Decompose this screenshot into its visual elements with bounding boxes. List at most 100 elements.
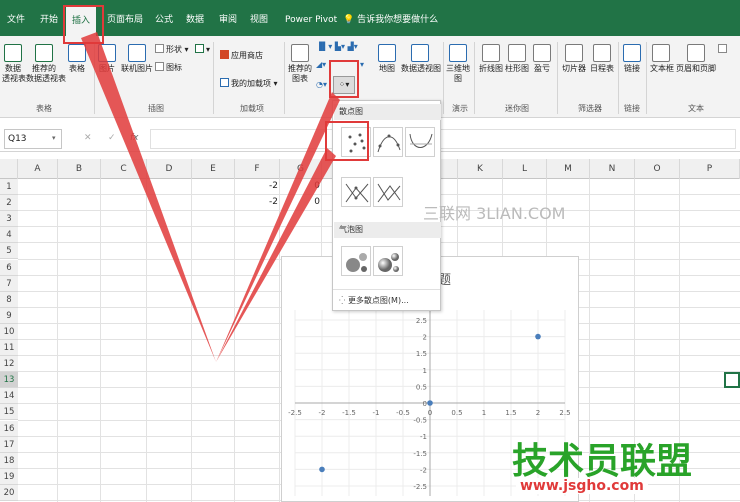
row-header-16[interactable]: 16 (0, 420, 18, 437)
slicer-button[interactable]: 切片器 (560, 44, 588, 74)
3d-bubble-option[interactable] (373, 246, 403, 276)
3d-map-button[interactable]: 三维地 图 (446, 44, 470, 84)
recommended-pivot-button[interactable]: 推荐的 数据透视表 (26, 44, 66, 84)
chart-data-point[interactable] (535, 333, 541, 340)
pie-chart-dropdown[interactable]: ◔▾ (316, 80, 327, 90)
tab-page-layout[interactable]: 页面布局 (107, 0, 143, 36)
column-header-O[interactable]: O (635, 159, 680, 179)
sparkline-winloss-button[interactable]: 盈亏 (531, 44, 553, 74)
chart-y-tick-label: 1 (423, 367, 427, 375)
slicer-icon (565, 44, 583, 62)
text-more-icons[interactable] (718, 44, 729, 55)
header-footer-button[interactable]: 页眉和页脚 (676, 44, 716, 74)
annotation-box-insert-tab (63, 5, 104, 44)
row-header-13[interactable]: 13 (0, 372, 18, 389)
column-header-N[interactable]: N (590, 159, 635, 179)
row-header-6[interactable]: 6 (0, 259, 18, 276)
column-header-E[interactable]: E (192, 159, 235, 179)
scatter-smooth-markers-option[interactable] (373, 127, 403, 157)
column-header-C[interactable]: C (101, 159, 147, 179)
scatter-straight-lines-option[interactable] (373, 177, 403, 207)
cell-value[interactable]: 0 (290, 181, 320, 191)
namebox-dropdown-icon[interactable]: ▾ (52, 134, 56, 142)
shapes-button[interactable]: 形状 ▾ (155, 44, 189, 55)
header-footer-label: 页眉和页脚 (676, 64, 716, 73)
group-label-tables: 表格 (36, 104, 52, 113)
timeline-button[interactable]: 日程表 (588, 44, 616, 74)
tab-file[interactable]: 文件 (7, 0, 25, 36)
recommended-charts-button[interactable]: 推荐的 图表 (286, 44, 314, 84)
row-header-17[interactable]: 17 (0, 436, 18, 453)
tab-formulas[interactable]: 公式 (155, 0, 173, 36)
sparkline-column-button[interactable]: 柱形图 (504, 44, 530, 74)
cell-value[interactable]: -2 (248, 197, 278, 207)
select-all-corner[interactable] (0, 159, 18, 179)
tab-review[interactable]: 审阅 (219, 0, 237, 36)
active-cell-q13[interactable] (724, 372, 740, 389)
icons-button[interactable]: 图标 (155, 62, 182, 73)
maps-button[interactable]: 地图 (377, 44, 397, 74)
bubble-option[interactable] (341, 246, 371, 276)
column-header-L[interactable]: L (503, 159, 547, 179)
link-button[interactable]: 链接 (622, 44, 642, 74)
sparkline-line-button[interactable]: 折线图 (478, 44, 504, 74)
column-chart-dropdown[interactable]: ▐▌▾ ▙▾ ▟▾ (316, 42, 358, 52)
row-header-9[interactable]: 9 (0, 307, 18, 324)
pictures-button[interactable]: 图片 (97, 44, 117, 74)
row-header-8[interactable]: 8 (0, 291, 18, 308)
tab-data[interactable]: 数据 (186, 0, 204, 36)
sparkline-line-icon (482, 44, 500, 62)
pivot-table-button[interactable]: 数据 透视表 (2, 44, 26, 84)
column-header-P[interactable]: P (680, 159, 740, 179)
row-header-18[interactable]: 18 (0, 452, 18, 469)
more-scatter-charts-item[interactable]: ⁛ 更多散点图(M)... (339, 295, 409, 306)
column-header-B[interactable]: B (58, 159, 101, 179)
column-header-F[interactable]: F (235, 159, 280, 179)
cell-value[interactable]: 0 (290, 197, 320, 207)
column-header-M[interactable]: M (547, 159, 590, 179)
row-header-15[interactable]: 15 (0, 404, 18, 421)
cell-value[interactable]: -2 (248, 181, 278, 191)
row-header-19[interactable]: 19 (0, 468, 18, 485)
tab-power-pivot[interactable]: Power Pivot (285, 0, 337, 36)
store-button[interactable]: 应用商店 (220, 50, 263, 61)
tab-view[interactable]: 视图 (250, 0, 268, 36)
insert-function-button[interactable]: fx (130, 133, 139, 143)
enter-formula-button[interactable]: ✓ (108, 133, 116, 143)
column-header-D[interactable]: D (147, 159, 192, 179)
smartart-button[interactable]: ▾ (195, 44, 210, 55)
row-header-5[interactable]: 5 (0, 243, 18, 260)
tab-home[interactable]: 开始 (40, 0, 58, 36)
row-header-4[interactable]: 4 (0, 227, 18, 244)
column-header-A[interactable]: A (18, 159, 58, 179)
chart-data-point[interactable] (319, 466, 325, 473)
group-label-illustrations: 插图 (148, 104, 164, 113)
cancel-formula-button[interactable]: ✕ (84, 133, 92, 143)
column-header-G[interactable]: G (280, 159, 322, 179)
table-button[interactable]: 表格 (66, 44, 88, 74)
row-header-3[interactable]: 3 (0, 211, 18, 228)
chart-data-point[interactable] (427, 400, 433, 406)
online-pictures-button[interactable]: 联机图片 (120, 44, 154, 74)
line-chart-dropdown[interactable]: ◢▾ (316, 60, 326, 70)
formula-input[interactable] (150, 129, 736, 149)
combo-chart-dropdown[interactable]: ▾ (360, 60, 364, 70)
scatter-small-icon: ⁛ (339, 296, 346, 305)
scatter-straight-markers-option[interactable] (341, 177, 371, 207)
row-header-14[interactable]: 14 (0, 388, 18, 405)
chart-x-tick-label: 0.5 (451, 409, 462, 417)
column-header-K[interactable]: K (458, 159, 503, 179)
my-addins-button[interactable]: 我的加载项 ▾ (220, 78, 278, 89)
scatter-smooth-lines-option[interactable] (405, 127, 435, 157)
tell-me-search[interactable]: 💡 告诉我你想要做什么 (343, 0, 438, 36)
row-header-7[interactable]: 7 (0, 275, 18, 292)
row-header-2[interactable]: 2 (0, 195, 18, 212)
row-header-12[interactable]: 12 (0, 356, 18, 373)
row-header-10[interactable]: 10 (0, 323, 18, 340)
textbox-button[interactable]: 文本框 (650, 44, 674, 74)
row-header-20[interactable]: 20 (0, 484, 18, 501)
row-header-11[interactable]: 11 (0, 340, 18, 357)
recommended-pivot-icon (35, 44, 53, 62)
pivot-chart-button[interactable]: 数据透视图 (401, 44, 441, 74)
row-header-1[interactable]: 1 (0, 179, 18, 196)
